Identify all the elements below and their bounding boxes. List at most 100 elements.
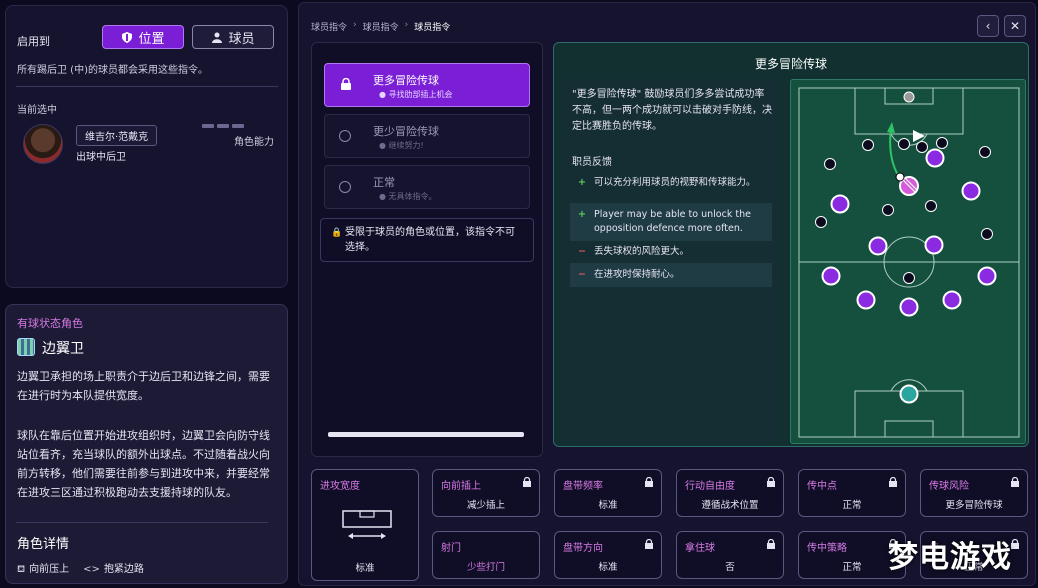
ball-icon xyxy=(895,172,905,182)
shield-icon xyxy=(121,31,132,43)
detail-text-panel: "更多冒险传球" 鼓励球员们多多尝试成功率不高，但一两个成功就可以击破对手防线，… xyxy=(562,79,780,444)
tile-dribble-frequency[interactable]: 盘带频率 标准 xyxy=(554,469,662,517)
role-description-2: 球队在靠后位置开始进攻组织时，边翼卫会向防守线站位看齐，充当球队的额外出球点。不… xyxy=(17,429,270,499)
person-icon xyxy=(211,32,222,43)
option-sub: ● 继续努力! xyxy=(379,141,424,150)
pitch-svg xyxy=(798,87,1020,438)
role-detail-title: 角色详情 xyxy=(17,537,70,552)
tile-title: 进攻宽度 xyxy=(320,481,360,492)
width-icon: <> xyxy=(83,564,100,575)
breadcrumb-item[interactable]: 球员指令 xyxy=(311,20,347,33)
lock-icon xyxy=(767,539,775,549)
lock-icon xyxy=(523,477,531,487)
breadcrumb: 球员指令 › 球员指令 › 球员指令 xyxy=(311,20,450,33)
role-name: 边翼卫 xyxy=(42,341,84,357)
option-sub: ● 寻找肋部插上机会 xyxy=(379,90,453,99)
chevron-right-icon: › xyxy=(353,20,357,30)
tile-title: 盘带方向 xyxy=(563,543,603,554)
breadcrumb-item[interactable]: 球员指令 xyxy=(363,20,399,33)
option-normal[interactable]: 正常 ● 无具体指令。 xyxy=(324,165,530,209)
radio-button[interactable] xyxy=(339,130,351,142)
instructions-main: 球员指令 › 球员指令 › 球员指令 ‹ ✕ 更多冒险传球 ● 寻找肋部插上机会… xyxy=(298,2,1036,586)
role-description-1: 边翼卫承担的场上职责介于边后卫和边锋之间，需要在进行时为本队提供宽度。 xyxy=(17,370,270,402)
back-button[interactable]: ‹ xyxy=(977,15,999,37)
option-label: 正常 xyxy=(373,176,395,189)
radio-button[interactable] xyxy=(339,181,351,193)
apply-label: 启用到 xyxy=(17,35,50,48)
feedback-item: + Player may be able to unlock the opposi… xyxy=(570,203,772,241)
restriction-note: 🔒 受限于球员的角色或位置，该指令不可选择。 xyxy=(320,218,534,262)
feedback-title: 职员反馈 xyxy=(572,157,612,168)
watermark-text: 梦电游戏 xyxy=(888,540,1012,575)
close-icon: ✕ xyxy=(1009,19,1021,33)
player-name[interactable]: 维吉尔·范戴克 xyxy=(76,125,158,146)
tile-passing-risk[interactable]: 传球风险 更多冒险传球 xyxy=(920,469,1028,517)
tile-shooting[interactable]: 射门 少些打门 xyxy=(432,531,540,579)
tactics-screen: 启用到 位置 球员 所有踢后卫 (中)的球员都会采用这些指令。 当前选中 维吉尔… xyxy=(0,0,1038,588)
lock-icon xyxy=(889,477,897,487)
tile-value: 更多冒险传球 xyxy=(945,500,1003,511)
tile-forward-runs[interactable]: 向前插上 减少插上 xyxy=(432,469,540,517)
apply-description: 所有踢后卫 (中)的球员都会采用这些指令。 xyxy=(17,65,208,76)
toggle-player-label: 球员 xyxy=(228,31,255,47)
detail-description: "更多冒险传球" 鼓励球员们多多尝试成功率不高，但一两个成功就可以击破对手防线，… xyxy=(572,89,772,132)
role-panel: 有球状态角色 边翼卫 边翼卫承担的场上职责介于边后卫和边锋之间，需要在进行时为本… xyxy=(5,304,288,584)
own-players xyxy=(821,148,997,317)
tile-value: 标准 xyxy=(355,563,375,574)
current-selection-label: 当前选中 xyxy=(17,105,57,116)
forward-run-icon: ⛾ xyxy=(17,564,26,575)
toggle-position-label: 位置 xyxy=(138,31,165,47)
divider xyxy=(16,522,268,523)
scrollbar[interactable] xyxy=(328,432,524,437)
tile-title: 传球风险 xyxy=(929,481,969,492)
detail-panel: 更多冒险传球 "更多冒险传球" 鼓励球员们多多尝试成功率不高，但一两个成功就可以… xyxy=(553,42,1029,447)
feedback-item: − 在进攻时保持耐心。 xyxy=(570,263,772,287)
tile-title: 传中点 xyxy=(807,481,837,492)
detail-title: 更多冒险传球 xyxy=(754,57,827,71)
toggle-position-button[interactable]: 位置 xyxy=(102,25,184,49)
tile-value: 正常 xyxy=(842,500,862,511)
option-fewer-risky-passes[interactable]: 更少冒险传球 ● 继续努力! xyxy=(324,114,530,158)
tile-title: 行动自由度 xyxy=(685,481,735,492)
lock-icon xyxy=(645,539,653,549)
apply-panel: 启用到 位置 球员 所有踢后卫 (中)的球员都会采用这些指令。 当前选中 维吉尔… xyxy=(5,5,288,288)
player-role: 出球中后卫 xyxy=(76,152,126,163)
lock-icon xyxy=(767,477,775,487)
tile-hold-ball[interactable]: 拿住球 否 xyxy=(676,531,784,579)
tile-title: 盘带频率 xyxy=(563,481,603,492)
option-more-risky-passes[interactable]: 更多冒险传球 ● 寻找肋部插上机会 xyxy=(324,63,530,107)
tile-title: 拿住球 xyxy=(685,543,715,554)
option-sub: ● 无具体指令。 xyxy=(379,192,437,201)
lock-icon xyxy=(1011,477,1019,487)
player-move-arrow-icon xyxy=(913,130,925,142)
lock-icon xyxy=(645,477,653,487)
goalkeeper xyxy=(899,384,919,404)
tile-cross-from[interactable]: 传中点 正常 xyxy=(798,469,906,517)
role-tags: ⛾ 向前压上 <> 抱紧边路 xyxy=(17,560,144,577)
tile-freedom[interactable]: 行动自由度 遵循战术位置 xyxy=(676,469,784,517)
lock-icon: 🔒 xyxy=(331,228,343,238)
tile-title: 射门 xyxy=(441,543,461,554)
chevron-left-icon: ‹ xyxy=(985,19,991,33)
toggle-player-button[interactable]: 球员 xyxy=(192,25,274,49)
tile-value: 标准 xyxy=(598,500,618,511)
breadcrumb-current: 球员指令 xyxy=(414,23,451,33)
close-button[interactable]: ✕ xyxy=(1004,15,1026,37)
tile-value: 遵循战术位置 xyxy=(701,500,759,511)
role-header: 有球状态角色 xyxy=(17,317,83,330)
divider xyxy=(16,86,278,87)
tile-title: 传中策略 xyxy=(807,543,847,554)
width-diagram-icon xyxy=(342,510,392,539)
tile-dribble-direction[interactable]: 盘带方向 标准 xyxy=(554,531,662,579)
tile-value: 标准 xyxy=(598,562,618,573)
options-panel: 更多冒险传球 ● 寻找肋部插上机会 更少冒险传球 ● 继续努力! 正常 ● 无具… xyxy=(311,42,543,457)
role-tag-wide: <> 抱紧边路 xyxy=(83,564,144,575)
tile-attacking-width[interactable]: 进攻宽度 标准 xyxy=(311,469,419,581)
option-label: 更少冒险传球 xyxy=(373,125,439,138)
ability-label: 角色能力 xyxy=(234,137,274,148)
feedback-item: − 丢失球权的风险更大。 xyxy=(578,246,690,257)
option-label: 更多冒险传球 xyxy=(373,74,439,87)
tile-value: 少些打门 xyxy=(466,562,505,573)
tile-value: 减少插上 xyxy=(466,500,505,511)
feedback-item: + 可以充分利用球员的视野和传球能力。 xyxy=(578,177,756,188)
